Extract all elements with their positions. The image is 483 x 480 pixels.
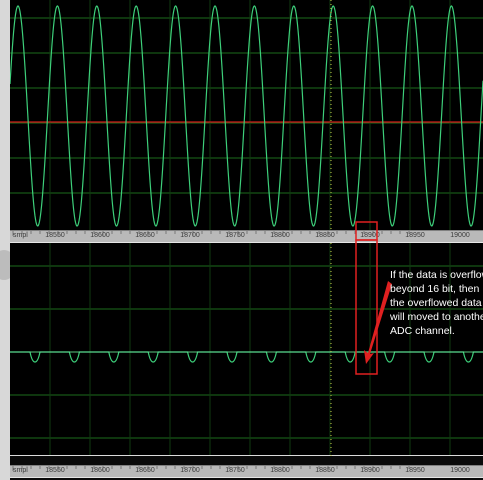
top-waveform-panel[interactable] [10,0,483,230]
top-axis-unit: smpl [13,232,28,239]
axis-tick-label: 18550 [45,467,65,474]
axis-tick-label: 19000 [450,232,470,239]
bottom-sample-axis: smpl 18550 18600 18650 18700 18750 18800 18850… [10,465,483,478]
axis-tick-label: 18900 [360,232,380,239]
axis-tick-label: 18800 [270,467,290,474]
axis-tick-label: 18700 [180,467,200,474]
axis-tick-label: 18950 [405,232,425,239]
left-splitter[interactable] [0,0,10,480]
bottom-axis-unit: smpl [13,467,28,474]
axis-tick-label: 18750 [225,232,245,239]
axis-tick-label: 18950 [405,467,425,474]
axis-tick-label: 18700 [180,232,200,239]
axis-tick-label: 18650 [135,232,155,239]
axis-tick-label: 19000 [450,467,470,474]
axis-tick-label: 18650 [135,467,155,474]
bottom-dip-waveform [10,351,483,363]
top-sample-axis: smpl 18550 18600 18650 18700 18750 18800 18850… [10,230,483,243]
axis-tick-label: 18850 [315,467,335,474]
axis-tick-label: 18550 [45,232,65,239]
axis-tick-label: 18600 [90,232,110,239]
axis-tick-label: 18600 [90,467,110,474]
annotation-text: If the data is overflow beyond 16 bit, t… [390,269,483,337]
top-waveform-plot [10,0,483,230]
axis-tick-label: 18750 [225,467,245,474]
axis-tick-label: 18850 [315,232,335,239]
axis-tick-label: 18900 [360,467,380,474]
axis-tick-label: 18800 [270,232,290,239]
